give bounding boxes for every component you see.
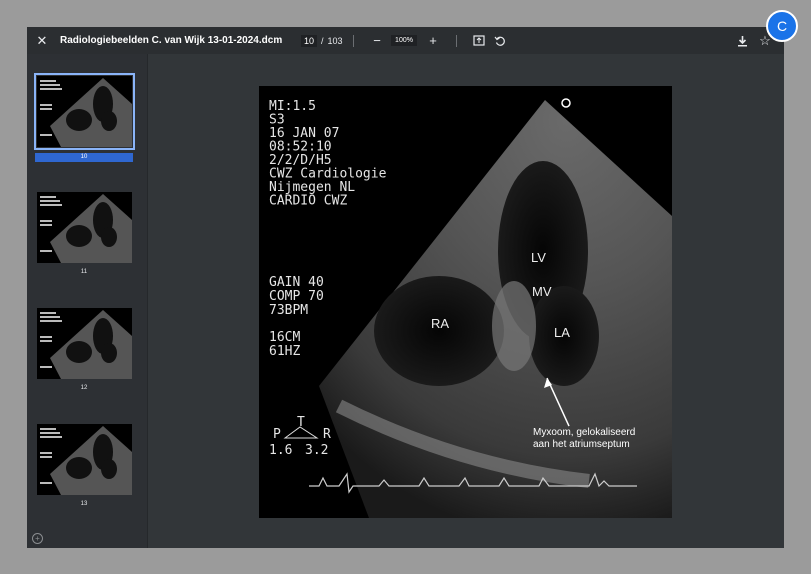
page-thumbnail[interactable] <box>37 424 132 495</box>
label-ra: RA <box>431 316 449 331</box>
probe-dot-icon <box>561 98 571 108</box>
ra-cavity <box>374 276 504 386</box>
header-line: CARDIO CWZ <box>269 194 347 209</box>
depth-line: 16CM <box>269 330 300 345</box>
page-thumbnail-label: 11 <box>80 269 88 275</box>
probe-p: P <box>273 427 281 442</box>
zoom-level[interactable]: 100% <box>390 27 418 54</box>
toolbar-divider <box>456 35 457 47</box>
page-thumbnail-label: 12 <box>80 385 88 391</box>
probe-r: R <box>323 427 331 442</box>
label-mv: MV <box>532 284 552 299</box>
settings-line: COMP 70 <box>269 289 324 304</box>
echocardiogram-image: MI:1.5S316 JAN 0708:52:102/2/D/H5CWZ Car… <box>269 98 672 518</box>
page-thumbnail[interactable] <box>37 192 132 263</box>
rotate-icon[interactable] <box>492 27 508 54</box>
label-lv: LV <box>531 250 546 265</box>
fit-page-icon[interactable] <box>471 27 487 54</box>
page-separator: / <box>321 35 324 46</box>
settings-line: GAIN 40 <box>269 275 324 290</box>
close-icon[interactable]: ✕ <box>34 27 50 54</box>
page-thumbnail[interactable] <box>37 308 132 379</box>
pdf-viewer-window: ✕ Radiologiebeelden C. van Wijk 13-01-20… <box>27 27 784 548</box>
septum-mass <box>492 281 536 371</box>
add-icon[interactable]: + <box>32 533 43 544</box>
avatar[interactable]: C <box>766 10 798 42</box>
page-indicator: 10 / 103 <box>301 27 343 54</box>
total-pages: 103 <box>327 35 343 46</box>
page-thumbnail[interactable] <box>34 73 135 150</box>
echo-image-page: MI:1.5 S3 16 JAN 07 08:52:10 2/2/D/H5 CWZ Car… <box>259 86 672 518</box>
annotation-line1: Myxoom, gelokaliseerd <box>533 427 635 438</box>
annotation-line2: aan het atriumseptum <box>533 439 630 450</box>
depth-line: 61HZ <box>269 344 300 359</box>
page-thumbnail-label: 10 <box>35 153 133 162</box>
plus-icon[interactable]: + <box>425 27 441 54</box>
document-title: Radiologiebeelden C. van Wijk 13-01-2024… <box>60 35 283 46</box>
page-thumbnail-label: 13 <box>80 501 88 507</box>
document-content: MI:1.5 S3 16 JAN 07 08:52:10 2/2/D/H5 CWZ Car… <box>148 54 784 548</box>
settings-line: 73BPM <box>269 303 308 318</box>
toolbar: ✕ Radiologiebeelden C. van Wijk 13-01-20… <box>27 27 784 54</box>
toolbar-divider <box>353 35 354 47</box>
probe-value-1: 1.6 <box>269 443 292 458</box>
probe-value-2: 3.2 <box>305 443 328 458</box>
download-icon[interactable] <box>734 27 750 54</box>
minus-icon[interactable]: − <box>369 27 385 54</box>
label-la: LA <box>554 325 570 340</box>
current-page-input[interactable]: 10 <box>301 34 318 47</box>
probe-orientation-marker: P T R 1.6 3.2 <box>269 415 331 458</box>
thumbnail-sidebar: 10 11 12 13 + <box>27 54 148 548</box>
zoom-value[interactable]: 100% <box>391 35 417 46</box>
